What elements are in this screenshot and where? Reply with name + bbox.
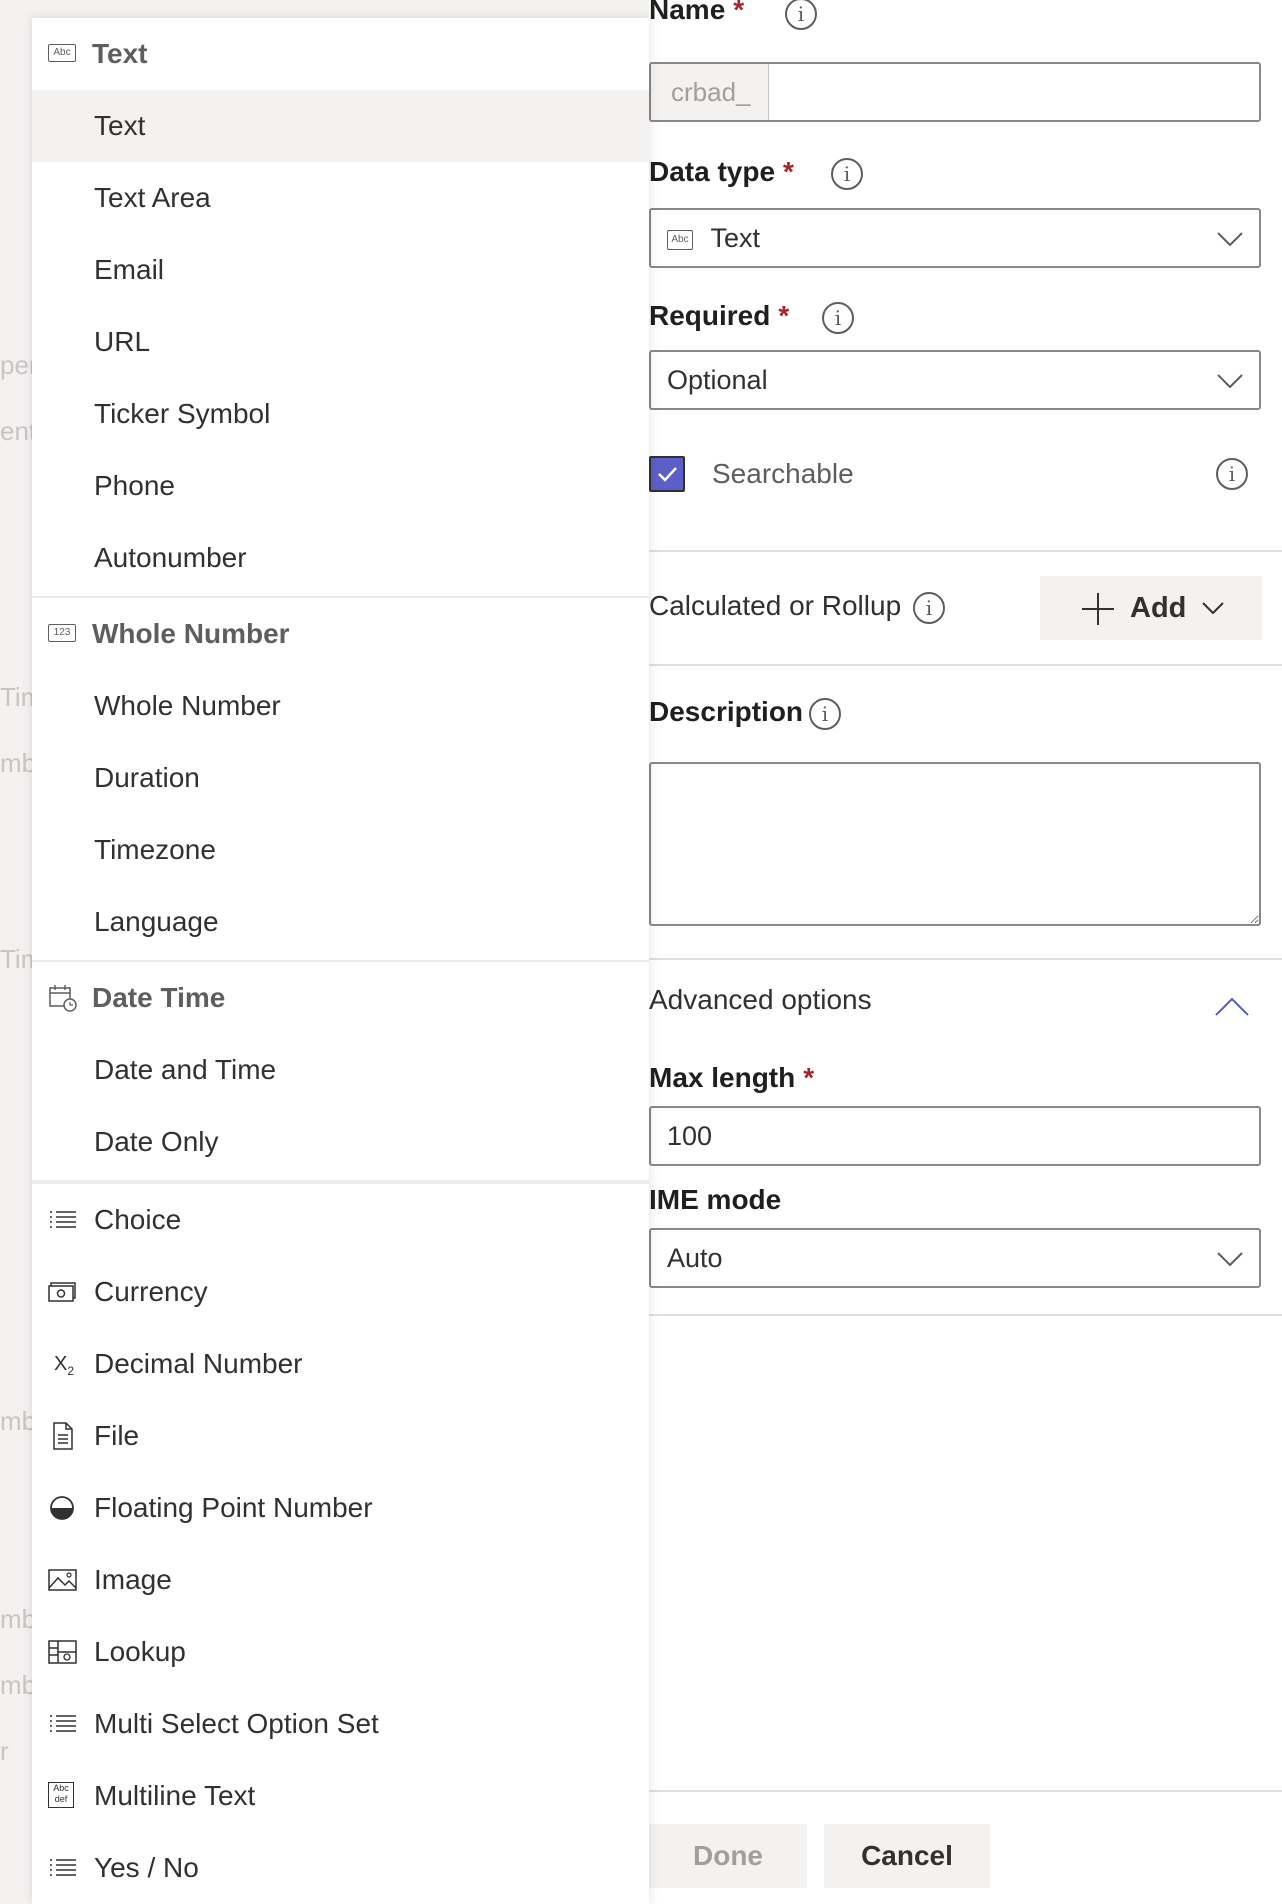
chevron-down-icon	[1202, 602, 1224, 614]
background-text: r	[0, 1736, 9, 1766]
description-label: Description	[649, 696, 804, 727]
name-label: Name *	[649, 0, 745, 25]
chevron-down-icon	[1217, 374, 1243, 388]
background-text: mb	[0, 1406, 37, 1436]
data-type-dropdown[interactable]: Abc Text	[649, 208, 1261, 268]
lookup-icon	[48, 1640, 77, 1664]
divider	[649, 1314, 1282, 1316]
calculated-label: Calculated or Rollup	[649, 590, 902, 621]
menu-item-lookup[interactable]: Lookup	[32, 1616, 649, 1688]
data-type-menu: Abc Text Text Text Area Email URL Ticker…	[32, 18, 649, 1904]
menu-item-duration[interactable]: Duration	[32, 742, 649, 814]
menu-item-yes-no[interactable]: Yes / No	[32, 1832, 649, 1904]
chevron-up-icon[interactable]	[1215, 998, 1249, 1016]
chevron-down-icon	[1217, 1252, 1243, 1266]
menu-item-text[interactable]: Text	[32, 90, 649, 162]
calendar-clock-icon	[49, 985, 77, 1012]
background-text: mb	[0, 1670, 37, 1700]
column-form-panel: Name * i crbad_ Data type * i Abc Text Req…	[649, 0, 1282, 1904]
info-icon[interactable]: i	[785, 0, 817, 30]
document-icon	[53, 1422, 73, 1450]
info-icon[interactable]: i	[822, 302, 854, 334]
info-icon[interactable]: i	[913, 592, 945, 624]
menu-item-whole-number[interactable]: Whole Number	[32, 670, 649, 742]
menu-item-multi-select-option-set[interactable]: Multi Select Option Set	[32, 1688, 649, 1760]
menu-item-phone[interactable]: Phone	[32, 450, 649, 522]
menu-item-image[interactable]: Image	[32, 1544, 649, 1616]
menu-item-currency[interactable]: Currency	[32, 1256, 649, 1328]
background-text: mb	[0, 1604, 37, 1634]
divider	[649, 958, 1282, 960]
multiline-text-icon: Abc def	[48, 1782, 78, 1810]
required-label: Required *	[649, 300, 790, 331]
abc-icon: Abc	[48, 44, 76, 62]
max-length-input[interactable]: 100	[649, 1106, 1261, 1166]
required-dropdown[interactable]: Optional	[649, 350, 1261, 410]
menu-item-ticker-symbol[interactable]: Ticker Symbol	[32, 378, 649, 450]
menu-item-multiline-text[interactable]: Abc def Multiline Text	[32, 1760, 649, 1832]
add-label: Add	[1130, 592, 1187, 624]
menu-group-header-whole-number: 123 Whole Number	[32, 598, 649, 670]
list-icon	[50, 1715, 76, 1732]
menu-item-date-and-time[interactable]: Date and Time	[32, 1034, 649, 1106]
menu-item-timezone[interactable]: Timezone	[32, 814, 649, 886]
advanced-options-label: Advanced options	[649, 984, 872, 1015]
menu-item-language[interactable]: Language	[32, 886, 649, 958]
ime-mode-value: Auto	[667, 1243, 723, 1273]
menu-item-email[interactable]: Email	[32, 234, 649, 306]
checkmark-icon	[658, 467, 677, 482]
add-calculated-button[interactable]: Add	[1040, 576, 1262, 640]
menu-item-text-area[interactable]: Text Area	[32, 162, 649, 234]
divider	[649, 664, 1282, 666]
half-circle-icon	[50, 1496, 74, 1520]
data-type-value: Text	[710, 223, 761, 253]
image-icon	[48, 1569, 77, 1591]
ime-mode-dropdown[interactable]: Auto	[649, 1228, 1261, 1288]
searchable-checkbox[interactable]	[649, 456, 685, 492]
menu-item-decimal-number[interactable]: X2 Decimal Number	[32, 1328, 649, 1400]
list-icon	[50, 1859, 76, 1876]
currency-icon	[48, 1282, 76, 1302]
number-icon: 123	[48, 624, 76, 642]
info-icon[interactable]: i	[831, 158, 863, 190]
description-textarea[interactable]	[649, 762, 1261, 926]
menu-item-floating-point-number[interactable]: Floating Point Number	[32, 1472, 649, 1544]
max-length-label: Max length *	[649, 1062, 815, 1093]
plus-icon	[1082, 593, 1114, 625]
subscript-x-icon: X2	[54, 1353, 75, 1378]
done-button[interactable]: Done	[649, 1824, 807, 1888]
data-type-label: Data type *	[649, 156, 794, 187]
info-icon[interactable]: i	[1216, 458, 1248, 490]
menu-item-url[interactable]: URL	[32, 306, 649, 378]
cancel-button[interactable]: Cancel	[824, 1824, 990, 1888]
menu-item-autonumber[interactable]: Autonumber	[32, 522, 649, 594]
info-icon[interactable]: i	[809, 698, 841, 730]
footer-divider	[649, 1790, 1282, 1792]
background-text: ent	[0, 416, 37, 446]
name-field[interactable]: crbad_	[649, 62, 1261, 122]
menu-group-header-date-time: Date Time	[32, 962, 649, 1034]
menu-group-header-text: Abc Text	[32, 18, 649, 90]
menu-item-date-only[interactable]: Date Only	[32, 1106, 649, 1178]
searchable-label: Searchable	[712, 458, 854, 489]
name-prefix: crbad_	[651, 64, 769, 120]
background-text: mb	[0, 748, 37, 778]
divider	[649, 550, 1282, 552]
max-length-value: 100	[667, 1121, 713, 1151]
chevron-down-icon	[1217, 232, 1243, 246]
menu-item-file[interactable]: File	[32, 1400, 649, 1472]
menu-item-choice[interactable]: Choice	[32, 1184, 649, 1256]
required-value: Optional	[667, 365, 768, 395]
abc-icon: Abc	[667, 229, 693, 250]
ime-mode-label: IME mode	[649, 1184, 782, 1215]
list-icon	[50, 1211, 76, 1228]
